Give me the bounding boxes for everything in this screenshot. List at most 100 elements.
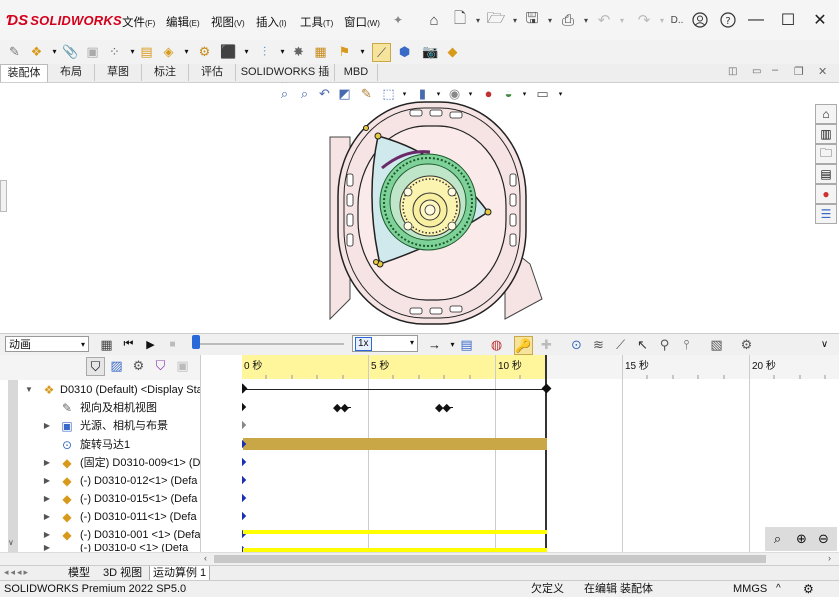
filter-icon[interactable]: ⛉ bbox=[86, 357, 105, 376]
scroll-left-icon[interactable]: ‹ bbox=[204, 553, 207, 563]
doc-restore-icon[interactable]: ❐ bbox=[794, 65, 804, 78]
menu-view[interactable]: 视图(V) bbox=[211, 14, 245, 30]
update-speedpak-icon[interactable]: ⬢ bbox=[396, 43, 413, 60]
mate-icon[interactable]: 📎 bbox=[62, 43, 79, 60]
minimize-button[interactable]: — bbox=[742, 8, 770, 32]
unit-system[interactable]: MMGS bbox=[733, 581, 767, 597]
instant3d-icon[interactable]: ⟋ bbox=[372, 43, 391, 62]
play-from-start-icon[interactable]: ⏮ bbox=[120, 336, 137, 353]
expand-icon[interactable]: ▶ bbox=[42, 472, 52, 490]
new-motion-study-icon[interactable]: ✸ bbox=[290, 43, 307, 60]
help-icon[interactable]: ? bbox=[718, 10, 738, 30]
study-type-select[interactable]: 动画 ▾ bbox=[5, 336, 89, 352]
user-icon[interactable] bbox=[690, 10, 710, 30]
menu-edit[interactable]: 编辑(E) bbox=[166, 14, 200, 30]
chevron-down-icon[interactable]: ▾ bbox=[46, 43, 63, 60]
large-assembly-icon[interactable]: ◆ bbox=[444, 43, 461, 60]
play-icon[interactable]: ▶ bbox=[142, 336, 159, 353]
exploded-view-icon[interactable]: ⚑ bbox=[336, 43, 353, 60]
save-icon[interactable]: 🖫 bbox=[522, 10, 542, 30]
insert-component-icon[interactable]: ❖ bbox=[28, 43, 45, 60]
rotary-engine-model[interactable] bbox=[310, 94, 555, 330]
tab-motion-study-1[interactable]: 运动算例 1 bbox=[149, 566, 211, 580]
chevron-down-icon[interactable]: ▾ bbox=[540, 10, 560, 30]
home-icon[interactable]: ⌂ bbox=[815, 104, 837, 124]
tile-left-icon[interactable]: ◫ bbox=[728, 66, 737, 77]
tab-navigation-arrows[interactable]: ◂◂◂▸ bbox=[4, 567, 30, 578]
motion-study-properties-icon[interactable]: ⚙ bbox=[738, 336, 755, 353]
close-button[interactable]: ✕ bbox=[806, 8, 834, 32]
playback-speed-select[interactable]: 1x ▾ bbox=[352, 335, 418, 352]
expand-icon[interactable]: ▶ bbox=[42, 417, 52, 435]
tree-scroll-down-icon[interactable]: ∨ bbox=[8, 538, 14, 547]
tab-sketch[interactable]: 草图 bbox=[95, 64, 142, 81]
file-explorer-icon[interactable]: 🗀 bbox=[815, 144, 837, 164]
chevron-up-icon[interactable]: ^ bbox=[776, 581, 781, 597]
solidworks-logo[interactable]: ƊS SOLIDWORKS bbox=[6, 12, 122, 29]
zoom-to-fit-icon[interactable]: ⌕ bbox=[276, 85, 293, 102]
tab-assembly[interactable]: 装配体 bbox=[0, 64, 48, 82]
menu-insert[interactable]: 插入(I) bbox=[256, 14, 287, 30]
tab-solidworks-addins[interactable]: SOLIDWORKS 插件 bbox=[236, 64, 335, 95]
tree-item-camera-views[interactable]: ✎ 视向及相机视图 bbox=[0, 399, 200, 417]
window-restore-small-icon[interactable]: ▭ bbox=[752, 66, 761, 77]
chevron-down-icon[interactable]: ▾ bbox=[576, 10, 596, 30]
design-library-icon[interactable]: ▥ bbox=[815, 124, 837, 144]
new-document-icon[interactable]: 🗋 bbox=[450, 10, 470, 30]
expand-icon[interactable]: ▶ bbox=[42, 544, 52, 552]
filter-results-icon[interactable]: ▣ bbox=[174, 357, 191, 374]
tree-item-rotary-motor[interactable]: ⊙ 旋转马达1 bbox=[0, 436, 200, 454]
gravity-icon[interactable]: ⫯ bbox=[678, 336, 695, 353]
add-key-icon[interactable]: ✚ bbox=[538, 336, 555, 353]
tab-evaluate[interactable]: 评估 bbox=[189, 64, 236, 81]
edit-component-icon[interactable]: ✎ bbox=[6, 43, 23, 60]
spring-icon[interactable]: ≋ bbox=[590, 336, 607, 353]
scroll-right-icon[interactable]: › bbox=[828, 553, 831, 563]
zoom-in-icon[interactable]: ⊕ bbox=[793, 530, 810, 547]
results-and-plots-icon[interactable]: ▧ bbox=[708, 336, 725, 353]
tab-layout[interactable]: 布局 bbox=[48, 64, 95, 81]
calculate-icon[interactable]: ▦ bbox=[98, 336, 115, 353]
timeline-horizontal-scrollbar[interactable]: ‹ › bbox=[0, 552, 839, 566]
expand-icon[interactable]: ▶ bbox=[42, 526, 52, 544]
feature-manager-flyout-handle[interactable] bbox=[0, 180, 7, 212]
undo-icon[interactable]: ↶ bbox=[594, 10, 614, 30]
print-icon[interactable]: ⎙ bbox=[558, 10, 578, 30]
doc-minimize-icon[interactable]: – bbox=[772, 64, 778, 76]
animation-wizard-icon[interactable]: ◍ bbox=[488, 336, 505, 353]
tree-item-component[interactable]: ▶ ◆ (-) D0310-001 <1> (Defa bbox=[0, 526, 200, 544]
contact-icon[interactable]: ⚲ bbox=[656, 336, 673, 353]
menu-tools[interactable]: 工具(T) bbox=[300, 14, 333, 30]
collapse-motion-manager-icon[interactable]: ∨ bbox=[816, 336, 833, 353]
home-icon[interactable]: ⌂ bbox=[424, 10, 444, 30]
key-point[interactable] bbox=[541, 383, 552, 394]
tree-item-component[interactable]: ▶ (-) D0310-0 <1> (Defa bbox=[0, 544, 200, 552]
menu-window[interactable]: 窗口(W) bbox=[344, 14, 380, 30]
chevron-down-icon[interactable]: ▾ bbox=[274, 43, 291, 60]
tree-root[interactable]: ▼ ❖ D0310 (Default) <Display Sta bbox=[0, 381, 200, 399]
damper-icon[interactable]: ⟋ bbox=[612, 336, 629, 353]
chevron-down-icon[interactable]: ▾ bbox=[178, 43, 195, 60]
tab-model[interactable]: 模型 bbox=[68, 566, 90, 580]
autokey-icon[interactable]: 🔑 bbox=[514, 336, 533, 355]
chevron-down-icon[interactable]: ▾ bbox=[354, 43, 371, 60]
expand-icon[interactable]: ▶ bbox=[42, 508, 52, 526]
maximize-button[interactable]: ☐ bbox=[774, 8, 802, 32]
motor-icon[interactable]: ⊙ bbox=[568, 336, 585, 353]
chevron-down-icon[interactable]: ▾ bbox=[612, 10, 632, 30]
view-palette-icon[interactable]: ▤ bbox=[815, 164, 837, 184]
collapse-icon[interactable]: ▼ bbox=[24, 381, 34, 399]
take-snapshot-icon[interactable]: 📷 bbox=[422, 43, 439, 60]
timeline[interactable]: 0 秒 5 秒 10 秒 15 秒 20 秒 ◆◆ ◆◆ ⌕ ⊕ ⊖ bbox=[237, 355, 839, 555]
pin-icon[interactable]: ✦ bbox=[388, 10, 408, 30]
tree-item-component[interactable]: ▶ ◆ (固定) D0310-009<1> (D bbox=[0, 454, 200, 472]
tab-3d-views[interactable]: 3D 视图 bbox=[103, 566, 142, 580]
assembly-features-icon[interactable]: ⬛ bbox=[220, 43, 237, 60]
playback-slider-thumb[interactable] bbox=[192, 335, 200, 349]
doc-close-icon[interactable]: ✕ bbox=[818, 65, 827, 78]
expand-icon[interactable]: ▶ bbox=[42, 454, 52, 472]
reference-geometry-icon[interactable]: ⫶ bbox=[256, 43, 273, 60]
filter-animated-icon[interactable]: ▨ bbox=[108, 357, 125, 374]
chevron-down-icon[interactable]: ▾ bbox=[238, 43, 255, 60]
component-change-bar[interactable] bbox=[243, 530, 547, 534]
